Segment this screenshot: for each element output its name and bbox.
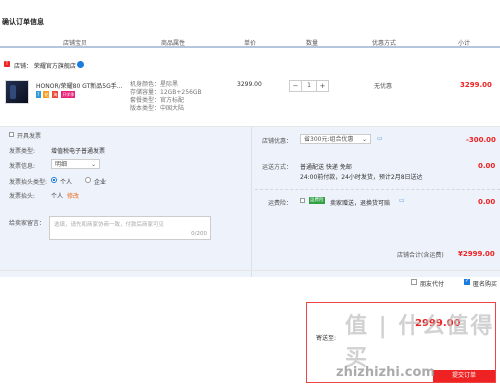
invoice-info-label: 发票信息: (9, 163, 36, 170)
divider (0, 270, 500, 271)
invoice-title-label: 发票抬头: (9, 193, 36, 200)
column-header-row: 店铺宝贝 商品属性 单价 数量 优惠方式 小计 (0, 36, 500, 48)
quantity-stepper: − 1 + (289, 80, 329, 92)
increment-button[interactable]: + (317, 81, 328, 91)
watermark-url: zhizhizhi.com (336, 365, 435, 380)
chevron-down-icon: ⌄ (90, 161, 96, 168)
invoice-edit-link[interactable]: 修改 (67, 191, 79, 200)
watermark-logo: 值 | 什么值得买 (345, 314, 495, 371)
chevron-down-icon: ⌄ (361, 136, 367, 143)
column-header-subtotal: 小计 (458, 40, 471, 47)
product-attribute: 存储容量：12GB+256GB (130, 89, 202, 96)
invoice-section-label: 开具发票 (17, 133, 42, 140)
promo-tag: 开学季 (61, 91, 76, 98)
coupon-label: 店铺优惠： (262, 138, 293, 145)
product-attribute: 套餐类型：官方标配 (130, 97, 185, 104)
seller-message-input[interactable]: 选填，请先和商家协商一致，付款后商家可见 0/200 (49, 216, 211, 240)
invoice-info-select[interactable]: 明细 ⌄ (51, 159, 100, 169)
discount-method: 无优惠 (374, 83, 393, 90)
column-header-price: 单价 (244, 40, 257, 47)
product-attribute: 版本类型：中国大陆 (130, 105, 185, 112)
coupon-amount: -300.00 (466, 136, 496, 144)
column-header-attributes: 商品属性 (161, 40, 186, 47)
shipping-insurance-label: 运费险： (268, 200, 293, 207)
coupon-select[interactable]: 省300元:组合优惠 ⌄ (300, 134, 371, 144)
radio-company-label: 企业 (94, 179, 107, 186)
anonymous-label: 匿名购买 (473, 281, 498, 288)
coupon-info-icon[interactable]: ▭ (377, 135, 383, 142)
product-attribute: 机身颜色：星际黑 (130, 81, 179, 88)
column-header-quantity: 数量 (306, 40, 319, 47)
tmall-shop-icon: T (4, 61, 10, 67)
unit-price: 3299.00 (237, 81, 262, 88)
product-thumbnail[interactable] (5, 80, 29, 104)
item-subtotal: 3299.00 (460, 81, 492, 89)
shipping-eta: 24:00前付款，24小时发货，预计2月8日送达 (300, 174, 423, 181)
anonymous-checkbox[interactable] (464, 278, 470, 285)
coupon-selected: 省300元:组合优惠 (304, 136, 354, 143)
product-title[interactable]: HONOR/荣耀80 GT新品5G手... (36, 81, 126, 90)
insurance-info-icon[interactable]: ▭ (399, 197, 405, 204)
invoice-type-value: 增值税电子普通发票 (51, 148, 106, 155)
invoice-type-label: 发票类型: (9, 148, 36, 155)
invoice-checkbox[interactable] (9, 132, 14, 137)
insurance-checkbox[interactable] (300, 198, 305, 203)
radio-personal[interactable] (51, 177, 57, 183)
shop-total-value: ¥2999.00 (458, 250, 495, 258)
chat-icon[interactable] (77, 61, 84, 68)
friend-pay-label: 朋友代付 (420, 281, 445, 288)
column-header-shop-item: 店铺宝贝 (63, 40, 88, 47)
order-item-row: HONOR/荣耀80 GT新品5G手... 7 花 淘 开学季 机身颜色：星际黑… (0, 72, 500, 127)
seller-message-count: 0/200 (191, 231, 207, 237)
shop-total-label: 店铺合计(含运费) (397, 252, 444, 259)
seven-day-return-icon: 7 (36, 91, 41, 98)
taobao-icon: 淘 (52, 91, 59, 98)
column-header-discount: 优惠方式 (372, 40, 397, 47)
page-title: 确认订单信息 (2, 18, 44, 26)
insurance-text: 卖家赠送，退换货可赔 (330, 200, 391, 207)
seller-message-label: 给卖家留言： (9, 220, 46, 227)
shipping-method: 普通配送 快递 免邮 (300, 164, 352, 171)
radio-personal-label: 个人 (60, 179, 73, 186)
shipping-amount: 0.00 (478, 162, 496, 170)
invoice-section: 开具发票 发票类型: 增值税电子普通发票 发票信息: 明细 ⌄ 发票抬头类型: … (0, 127, 252, 277)
divider (255, 189, 500, 190)
seller-message-placeholder: 选填，请先和商家协商一致，付款后商家可见 (54, 222, 165, 228)
insurance-badge: 运费险 (309, 197, 325, 204)
friend-pay-checkbox[interactable] (411, 279, 417, 285)
huabei-icon: 花 (43, 91, 50, 98)
invoice-info-selected: 明细 (55, 161, 68, 168)
insurance-amount: 0.00 (478, 198, 496, 206)
shipping-label: 运送方式： (262, 164, 293, 171)
quantity-input[interactable]: 1 (301, 81, 317, 91)
invoice-title-type-label: 发票抬头类型: (9, 179, 48, 186)
radio-company[interactable] (85, 177, 91, 183)
ship-to-label: 寄送至: (316, 335, 337, 342)
decrement-button[interactable]: − (290, 81, 301, 91)
shop-name[interactable]: 店铺： 荣耀官方旗舰店 (14, 61, 76, 70)
product-tags: 7 花 淘 开学季 (36, 91, 76, 99)
shop-row: T 店铺： 荣耀官方旗舰店 (0, 59, 500, 71)
invoice-title-value: 个人 (51, 193, 64, 200)
